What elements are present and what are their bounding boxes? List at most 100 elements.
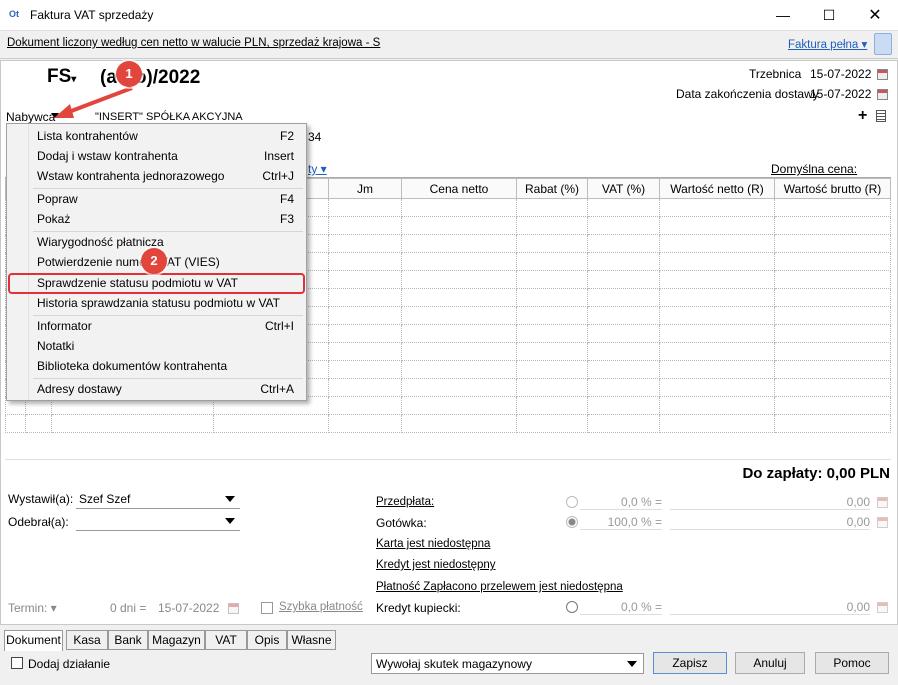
transfer-unavailable-link[interactable]: Płatność Zapłacono przelewem jest niedos… <box>376 581 623 593</box>
received-by-combo[interactable] <box>76 511 240 531</box>
prepayment-value[interactable]: 0,00 <box>670 495 870 510</box>
table-cell[interactable] <box>213 414 329 433</box>
table-cell[interactable] <box>328 306 402 325</box>
cancel-button[interactable]: Anuluj <box>735 652 805 674</box>
table-cell[interactable] <box>328 342 402 361</box>
table-cell[interactable] <box>516 324 588 343</box>
document-info-link[interactable]: Dokument liczony według cen netto w walu… <box>7 37 380 49</box>
menu-item-payment-reliability[interactable]: Wiarygodność płatnicza <box>37 235 164 249</box>
table-cell[interactable] <box>774 414 891 433</box>
column-header-net[interactable]: Wartość netto (R) <box>659 178 775 199</box>
table-cell[interactable] <box>328 270 402 289</box>
table-cell[interactable] <box>774 324 891 343</box>
menu-item-one-time-contractor[interactable]: Wstaw kontrahenta jednorazowego <box>37 169 224 183</box>
table-cell[interactable] <box>401 288 517 307</box>
table-cell[interactable] <box>659 288 775 307</box>
table-cell[interactable] <box>587 324 660 343</box>
table-cell[interactable] <box>516 342 588 361</box>
table-cell[interactable] <box>516 252 588 271</box>
table-cell[interactable] <box>774 360 891 379</box>
table-cell[interactable] <box>659 396 775 415</box>
prepayment-link[interactable]: Przedpłata: <box>376 496 434 508</box>
table-cell[interactable] <box>659 252 775 271</box>
table-cell[interactable] <box>401 414 517 433</box>
table-cell[interactable] <box>774 306 891 325</box>
table-cell[interactable] <box>401 306 517 325</box>
table-cell[interactable] <box>25 414 52 433</box>
table-cell[interactable] <box>401 342 517 361</box>
table-cell[interactable] <box>51 414 214 433</box>
table-cell[interactable] <box>328 324 402 343</box>
menu-item-vat-status-history[interactable]: Historia sprawdzania statusu podmiotu w … <box>37 296 280 310</box>
add-icon[interactable]: + <box>858 107 867 125</box>
table-cell[interactable] <box>5 414 26 433</box>
column-header-price[interactable]: Cena netto <box>401 178 517 199</box>
table-cell[interactable] <box>587 378 660 397</box>
table-cell[interactable] <box>774 288 891 307</box>
add-action-checkbox[interactable] <box>11 657 23 669</box>
tab-bank[interactable]: Bank <box>108 630 148 650</box>
calendar-icon[interactable] <box>877 89 888 100</box>
table-cell[interactable] <box>516 270 588 289</box>
merchant-credit-percent[interactable]: 0,0 % = <box>580 600 662 615</box>
menu-item-notes[interactable]: Notatki <box>37 339 74 353</box>
cash-value[interactable]: 0,00 <box>670 515 870 530</box>
table-cell[interactable] <box>587 288 660 307</box>
table-cell[interactable] <box>587 396 660 415</box>
table-row[interactable] <box>5 414 891 433</box>
tab-cash[interactable]: Kasa <box>66 630 108 650</box>
table-cell[interactable] <box>516 234 588 253</box>
price-link-fragment[interactable]: ty ▾ <box>308 162 327 176</box>
table-cell[interactable] <box>587 306 660 325</box>
table-cell[interactable] <box>516 360 588 379</box>
table-cell[interactable] <box>587 342 660 361</box>
table-cell[interactable] <box>659 342 775 361</box>
maximize-icon[interactable]: ☐ <box>806 0 852 31</box>
table-cell[interactable] <box>587 234 660 253</box>
table-cell[interactable] <box>328 252 402 271</box>
term-days[interactable]: 0 dni = <box>110 601 146 615</box>
tab-vat[interactable]: VAT <box>205 630 247 650</box>
delivery-date-field[interactable]: 15-07-2022 <box>810 87 871 101</box>
issued-by-combo[interactable]: Szef Szef <box>76 489 240 509</box>
table-cell[interactable] <box>328 360 402 379</box>
fast-payment-checkbox[interactable] <box>261 602 273 614</box>
merchant-credit-value[interactable]: 0,00 <box>670 600 870 615</box>
table-cell[interactable] <box>659 306 775 325</box>
table-cell[interactable] <box>401 252 517 271</box>
cash-radio[interactable] <box>566 516 578 528</box>
column-header-discount[interactable]: Rabat (%) <box>516 178 588 199</box>
table-cell[interactable] <box>328 234 402 253</box>
cash-percent[interactable]: 100,0 % = <box>580 515 662 530</box>
term-label[interactable]: Termin: ▾ <box>8 601 57 615</box>
table-cell[interactable] <box>659 198 775 217</box>
table-cell[interactable] <box>401 360 517 379</box>
table-cell[interactable] <box>659 234 775 253</box>
term-date[interactable]: 15-07-2022 <box>158 601 219 615</box>
tab-custom[interactable]: Własne <box>287 630 336 650</box>
card-unavailable-link[interactable]: Karta jest niedostępna <box>376 538 490 550</box>
table-cell[interactable] <box>587 414 660 433</box>
table-cell[interactable] <box>774 396 891 415</box>
tab-description[interactable]: Opis <box>247 630 287 650</box>
table-cell[interactable] <box>516 216 588 235</box>
table-cell[interactable] <box>587 270 660 289</box>
table-cell[interactable] <box>516 378 588 397</box>
table-cell[interactable] <box>587 198 660 217</box>
column-header-jm[interactable]: Jm <box>328 178 402 199</box>
table-cell[interactable] <box>659 378 775 397</box>
issue-date-field[interactable]: 15-07-2022 <box>810 67 871 81</box>
menu-item-informator[interactable]: Informator <box>37 319 92 333</box>
table-cell[interactable] <box>328 198 402 217</box>
prepayment-radio[interactable] <box>566 496 578 508</box>
fast-payment-link[interactable]: Szybka płatność <box>279 601 363 613</box>
warehouse-effect-select[interactable]: Wywołaj skutek magazynowy <box>371 653 644 674</box>
table-cell[interactable] <box>328 396 402 415</box>
tab-document[interactable]: Dokument <box>4 630 63 651</box>
table-cell[interactable] <box>659 270 775 289</box>
menu-item-document-library[interactable]: Biblioteka dokumentów kontrahenta <box>37 359 227 373</box>
save-button[interactable]: Zapisz <box>653 652 727 674</box>
calendar-icon[interactable] <box>228 603 239 614</box>
table-cell[interactable] <box>401 216 517 235</box>
table-cell[interactable] <box>659 360 775 379</box>
